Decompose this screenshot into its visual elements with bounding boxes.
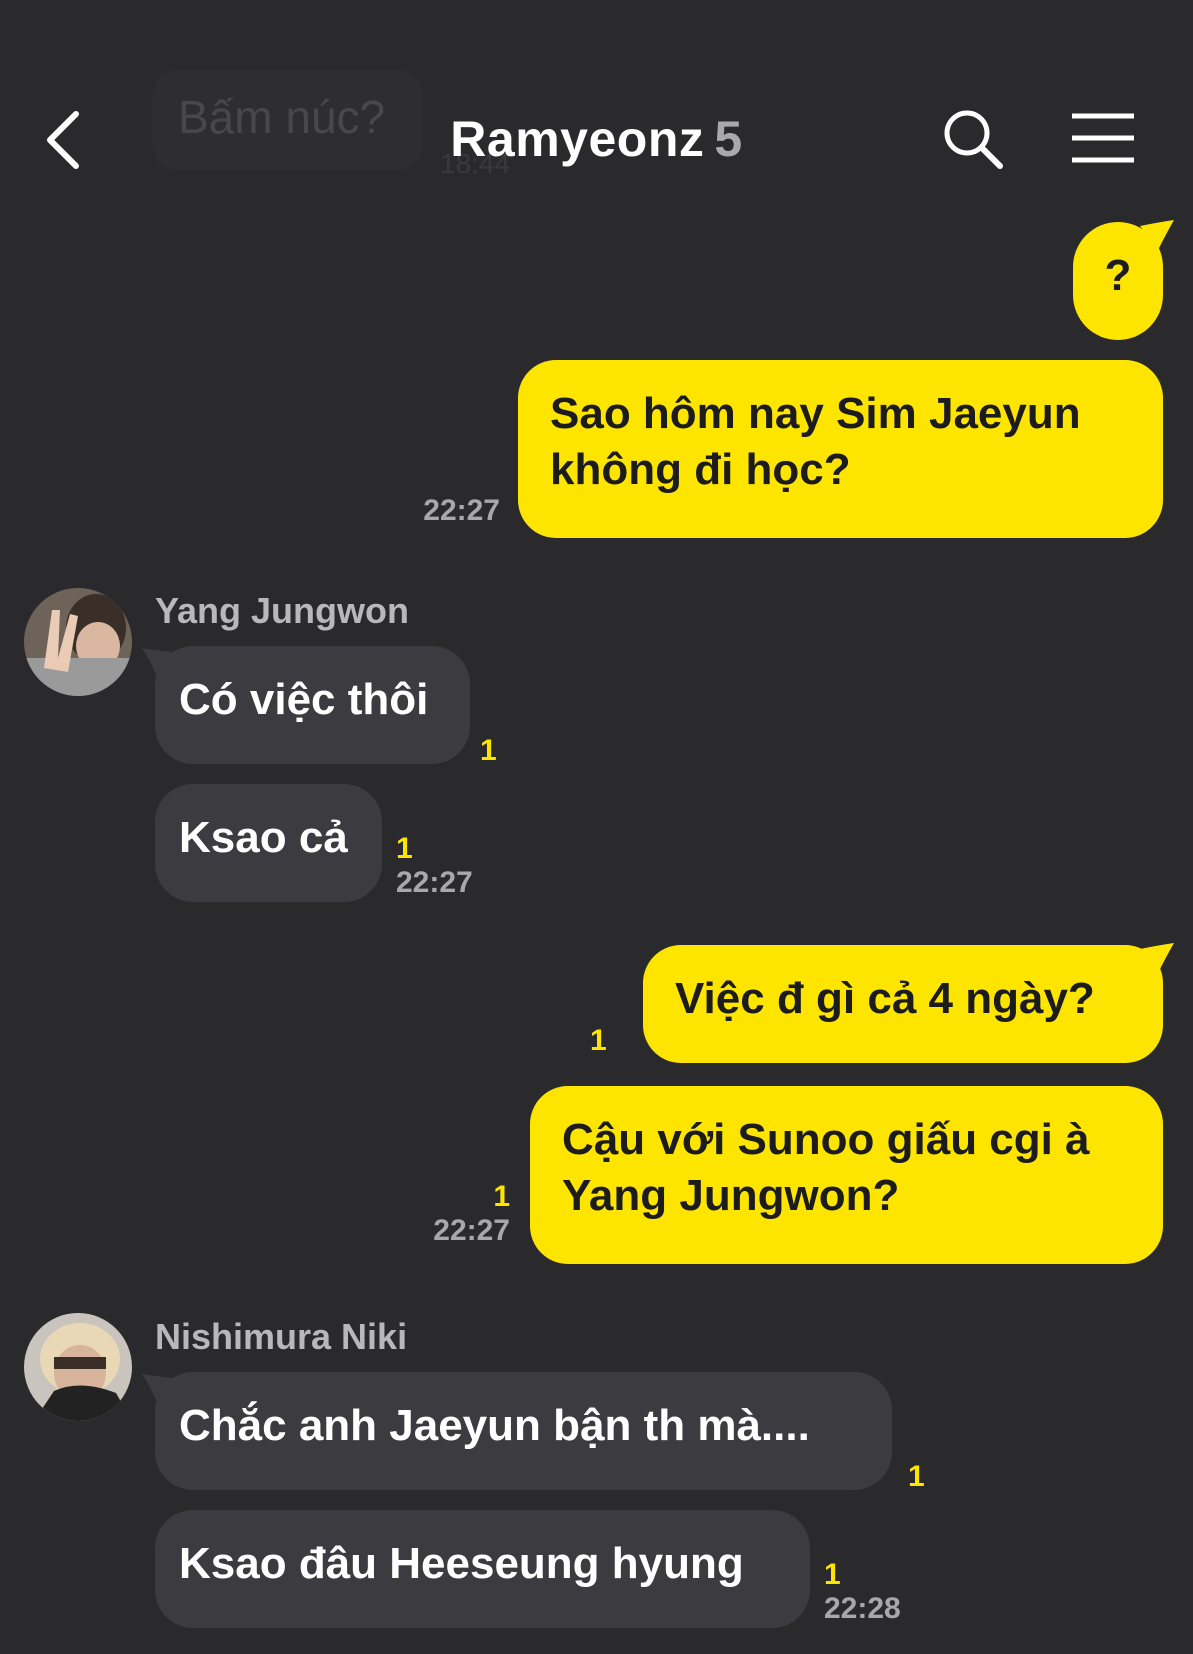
message-meta: 1 — [908, 1460, 938, 1494]
member-count: 5 — [714, 111, 743, 167]
message-text: Chắc anh Jaeyun bận th mà.... — [179, 1401, 810, 1450]
incoming-message-bubble[interactable]: Chắc anh Jaeyun bận th mà.... — [155, 1372, 892, 1490]
message-text-line: Cậu với Sunoo giấu cgi à — [562, 1115, 1090, 1164]
message-meta: 22:27 — [380, 494, 500, 528]
message-text: Ksao cả — [179, 813, 348, 862]
message-text-line: không đi học? — [550, 445, 851, 494]
message-text: Việc đ gì cả 4 ngày? — [675, 974, 1095, 1023]
chat-screen: Bấm núc? 18:44 Ramyeonz 5 ? 22:27 Sao hô… — [0, 0, 1193, 1654]
avatar-image — [24, 588, 132, 696]
message-time: 22:27 — [396, 866, 473, 899]
sender-name: Yang Jungwon — [155, 590, 410, 631]
message-time: 22:27 — [433, 1214, 510, 1247]
unread-count: 1 — [493, 1180, 510, 1213]
chat-room-name: Ramyeonz — [450, 111, 705, 167]
message-text-line: Yang Jungwon? — [562, 1171, 900, 1220]
message-meta: 1 22:27 — [396, 832, 506, 900]
message-meta: 1 22:28 — [824, 1558, 934, 1626]
chat-title: Ramyeonz 5 — [0, 110, 1193, 168]
unread-count: 1 — [480, 734, 497, 767]
unread-count: 1 — [396, 832, 413, 865]
outgoing-message-bubble[interactable]: Sao hôm nay Sim Jaeyun không đi học? — [518, 360, 1163, 538]
message-text-line: Sao hôm nay Sim Jaeyun — [550, 389, 1081, 438]
search-icon — [944, 110, 1003, 169]
message-meta: 1 — [480, 734, 510, 768]
avatar-yang-jungwon[interactable] — [24, 588, 132, 696]
menu-button[interactable] — [1068, 108, 1138, 168]
incoming-message-bubble[interactable]: Ksao đâu Heeseung hyung — [155, 1510, 810, 1628]
outgoing-message-bubble[interactable]: Việc đ gì cả 4 ngày? — [643, 945, 1163, 1063]
message-text: Ksao đâu Heeseung hyung — [179, 1539, 744, 1588]
message-text: Có việc thôi — [179, 675, 429, 724]
hamburger-menu-icon — [1072, 113, 1134, 163]
bubble-tail — [1140, 943, 1174, 973]
incoming-message-bubble[interactable]: Có việc thôi — [155, 646, 470, 764]
message-meta: 1 22:27 — [392, 1180, 510, 1248]
unread-count: 1 — [824, 1558, 841, 1591]
message-time: 22:27 — [423, 494, 500, 527]
message-meta: 1 — [590, 1024, 620, 1058]
unread-count: 1 — [908, 1460, 925, 1493]
sender-name: Nishimura Niki — [155, 1316, 408, 1357]
search-button[interactable] — [940, 106, 1006, 172]
unread-count: 1 — [590, 1024, 607, 1057]
outgoing-message-bubble[interactable]: Cậu với Sunoo giấu cgi à Yang Jungwon? — [530, 1086, 1163, 1264]
avatar-image — [24, 1313, 132, 1421]
incoming-message-bubble[interactable]: Ksao cả — [155, 784, 382, 902]
bubble-tail — [1140, 220, 1174, 250]
avatar-nishimura-niki[interactable] — [24, 1313, 132, 1421]
message-text: ? — [1104, 251, 1132, 300]
chat-header: Ramyeonz 5 — [0, 92, 1193, 188]
message-time: 22:28 — [824, 1592, 901, 1625]
